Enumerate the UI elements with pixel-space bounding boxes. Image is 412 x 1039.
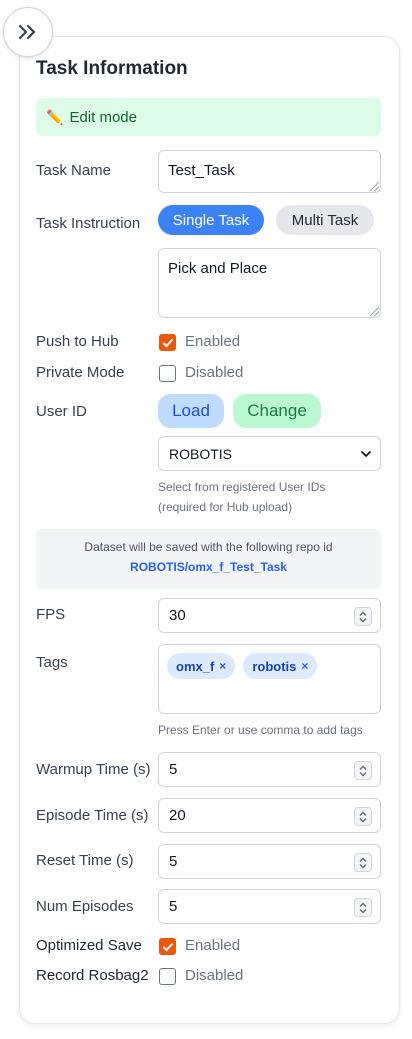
tag-chip: robotis × [243,653,318,679]
private-mode-checkbox[interactable] [159,365,176,382]
stepper-arrows-icon [359,764,367,777]
fps-stepper[interactable] [354,607,372,626]
record-rosbag2-checkbox[interactable] [159,968,176,985]
num-episodes-input[interactable]: 5 [158,889,381,924]
user-id-label: User ID [36,403,87,420]
num-episodes-label: Num Episodes [36,898,134,915]
reset-time-input[interactable]: 5 [158,844,381,879]
resize-handle-icon[interactable] [370,182,379,191]
optimized-save-checkbox[interactable] [159,938,176,955]
double-chevron-right-icon [18,24,36,40]
resize-handle-icon[interactable] [370,307,379,316]
edit-mode-label: Edit mode [69,108,137,126]
episode-time-stepper[interactable] [354,807,372,826]
remove-tag-icon[interactable]: × [219,659,226,673]
warmup-time-label: Warmup Time (s) [36,761,151,778]
warmup-time-input[interactable]: 5 [158,752,381,787]
stepper-arrows-icon [359,901,367,914]
push-to-hub-checkbox[interactable] [159,334,176,351]
private-mode-label: Private Mode [36,364,125,381]
tag-chip-label: robotis [252,658,297,674]
push-to-hub-status: Enabled [185,333,241,350]
fps-label: FPS [36,606,66,623]
episode-time-input[interactable]: 20 [158,798,381,833]
stepper-arrows-icon [359,810,367,823]
user-id-helper-text: Select from registered User IDs (require… [158,477,325,517]
pencil-icon: ✏️ [46,108,64,125]
chevron-down-icon [361,451,371,457]
edit-mode-banner: ✏️ Edit mode [36,98,381,136]
user-id-helper-line1: Select from registered User IDs [158,480,326,494]
stepper-arrows-icon [359,856,367,869]
checkmark-icon [162,942,173,951]
fps-value: 30 [169,607,186,624]
task-instruction-field-wrap: Pick and Place [158,248,381,318]
optimized-save-label: Optimized Save [36,937,142,954]
warmup-time-value: 5 [169,761,178,778]
reset-time-stepper[interactable] [354,853,372,872]
repo-id-info-box: Dataset will be saved with the following… [36,529,381,589]
user-id-helper-line2: (required for Hub upload) [158,500,293,514]
task-name-input[interactable]: Test_Task [158,150,381,193]
num-episodes-stepper[interactable] [354,898,372,917]
load-button[interactable]: Load [158,394,224,428]
reset-time-value: 5 [169,853,178,870]
optimized-save-status: Enabled [185,937,241,954]
task-instruction-label: Task Instruction [36,215,141,232]
remove-tag-icon[interactable]: × [301,659,308,673]
repo-id-value: ROBOTIS/omx_f_Test_Task [130,560,287,574]
tags-helper-text: Press Enter or use comma to add tags [158,723,363,737]
multi-task-button[interactable]: Multi Task [276,205,374,235]
panel-title: Task Information [36,58,188,79]
user-id-select[interactable]: ROBOTIS [158,436,381,471]
private-mode-status: Disabled [185,364,244,381]
record-rosbag2-status: Disabled [185,967,244,984]
tag-chip: omx_f × [167,653,236,679]
push-to-hub-label: Push to Hub [36,333,119,350]
episode-time-label: Episode Time (s) [36,807,149,824]
single-task-button[interactable]: Single Task [158,205,264,235]
task-name-label: Task Name [36,162,112,179]
tag-chip-label: omx_f [176,658,215,674]
fps-input[interactable]: 30 [158,598,381,633]
repo-id-description: Dataset will be saved with the following… [84,540,333,554]
tags-input[interactable]: omx_f × robotis × [158,644,381,714]
task-instruction-input[interactable]: Pick and Place [158,248,381,318]
stepper-arrows-icon [359,610,367,623]
checkmark-icon [162,338,173,347]
change-button[interactable]: Change [233,394,321,428]
record-rosbag2-label: Record Rosbag2 [36,967,149,984]
episode-time-value: 20 [169,807,186,824]
tags-label: Tags [36,654,68,671]
reset-time-label: Reset Time (s) [36,852,134,869]
warmup-time-stepper[interactable] [354,761,372,780]
num-episodes-value: 5 [169,898,178,915]
user-id-selected-value: ROBOTIS [169,445,233,462]
expand-panel-button[interactable] [3,7,53,57]
task-name-field-wrap: Test_Task [158,150,381,193]
